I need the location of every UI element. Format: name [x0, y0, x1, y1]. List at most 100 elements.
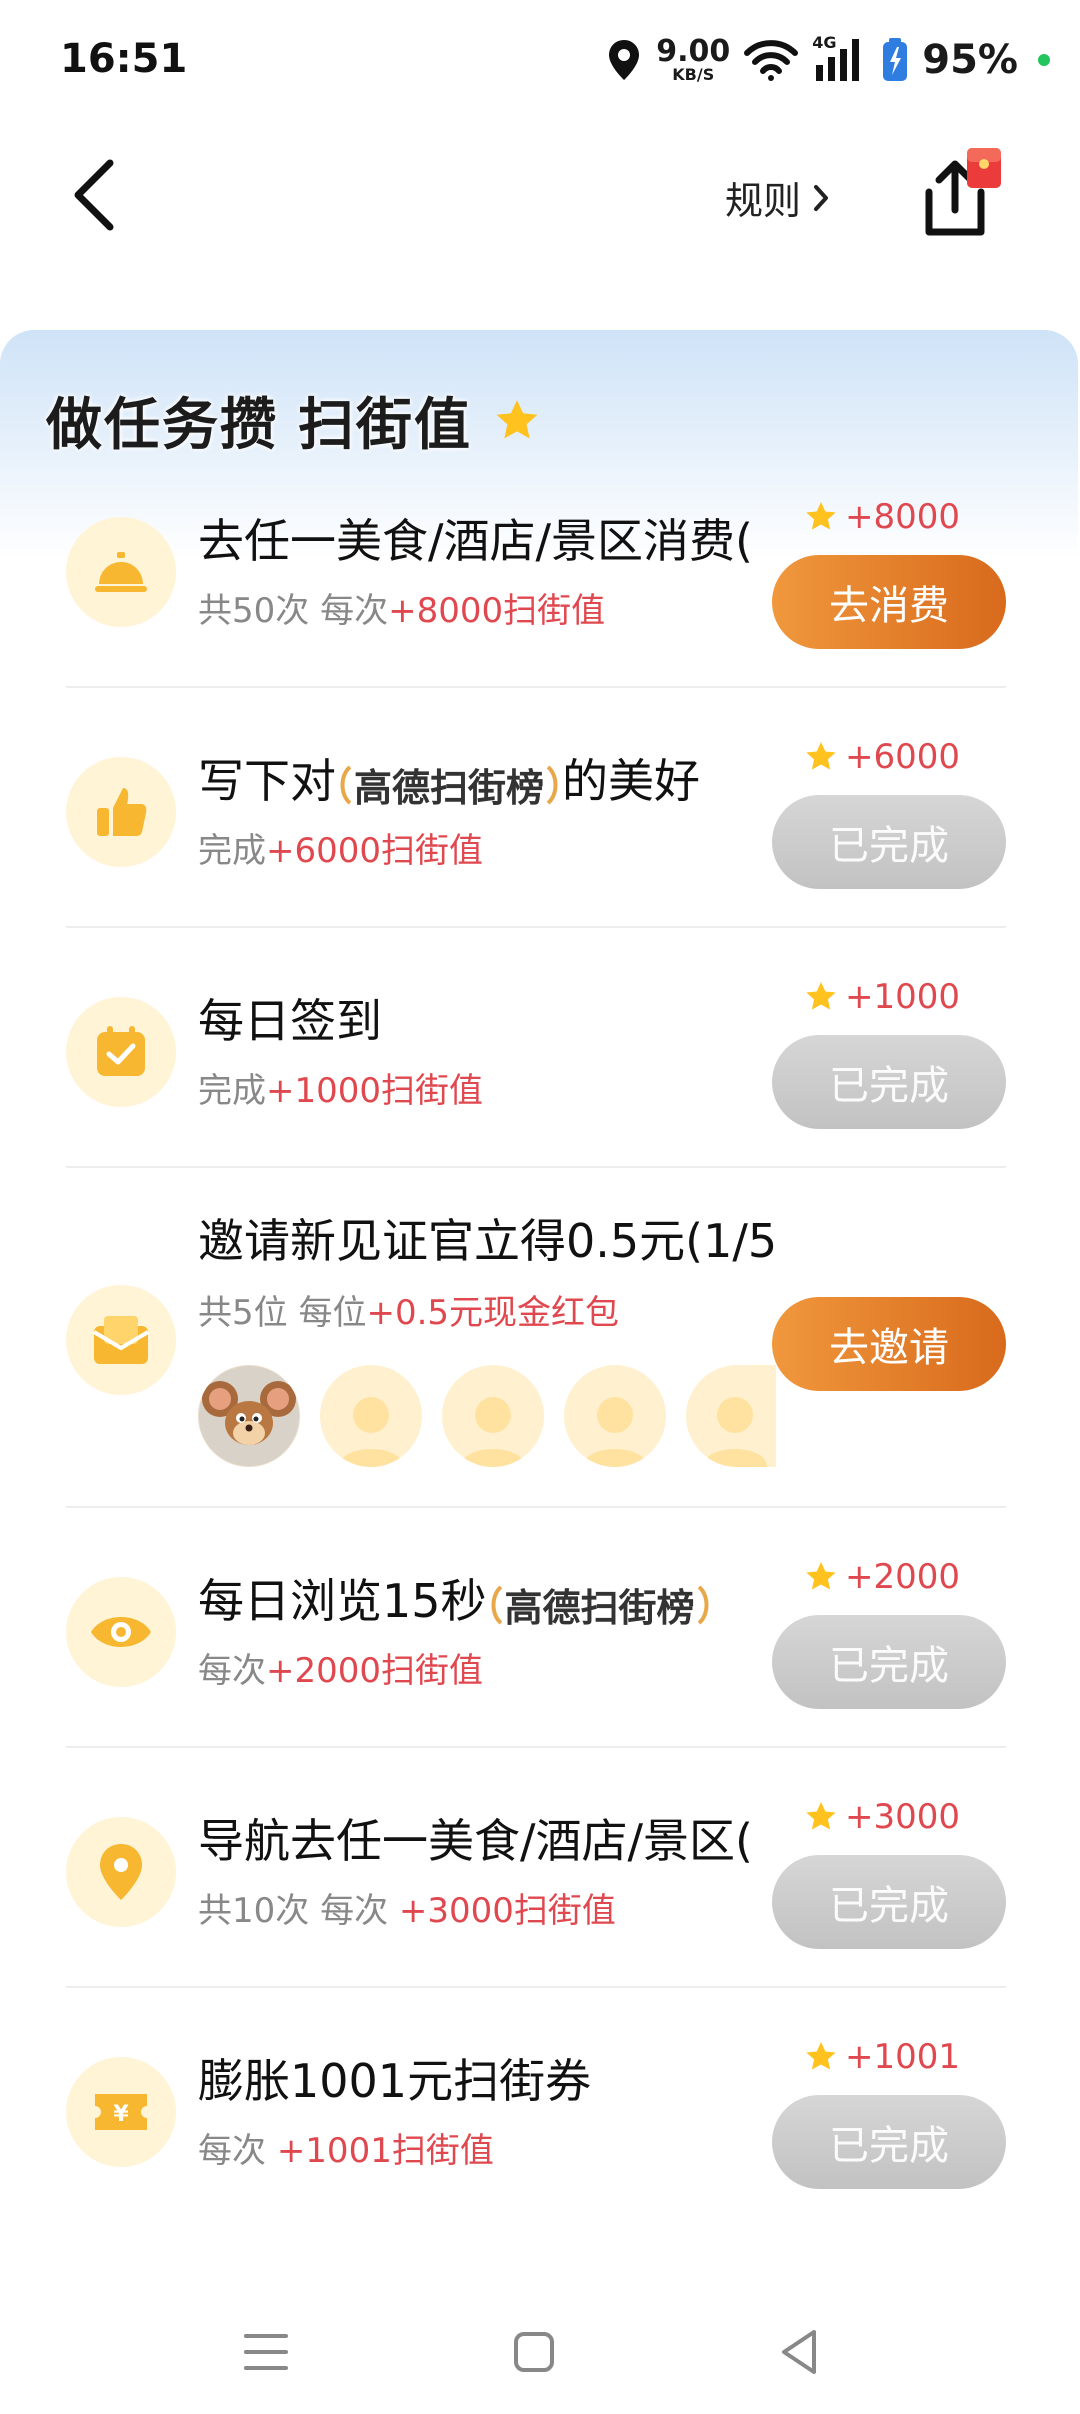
home-button[interactable]	[504, 2322, 564, 2382]
calendar-check-icon	[66, 997, 176, 1107]
avatar-placeholder[interactable]	[320, 1365, 422, 1467]
menu-icon	[244, 2334, 288, 2370]
completed-button[interactable]: 已完成	[772, 2095, 1006, 2189]
task-sub-highlight: +1001扫街值	[276, 2131, 494, 2171]
chevron-right-icon	[814, 184, 829, 211]
rules-label: 规则	[725, 179, 802, 223]
task-title: 每日签到	[198, 994, 382, 1048]
task-sub-highlight: +0.5元现金红包	[366, 1293, 620, 1333]
person-placeholder-icon	[703, 1397, 767, 1467]
amap-ranking-tag: 高德扫街榜	[354, 766, 545, 810]
divider	[66, 1166, 1006, 1168]
back-triangle-icon	[782, 2330, 816, 2374]
mouse-avatar-icon	[199, 1366, 299, 1466]
divider	[66, 926, 1006, 928]
divider	[66, 1746, 1006, 1748]
avatar-placeholder[interactable]	[442, 1365, 544, 1467]
completed-button[interactable]: 已完成	[772, 795, 1006, 889]
task-sub-prefix: 每次	[198, 1651, 266, 1691]
avatar[interactable]	[198, 1365, 300, 1467]
panel-title: 做任务攒 扫街值	[46, 380, 542, 461]
back-arrow-icon	[74, 159, 114, 231]
task-item: 写下对 高德扫街榜 的美好 完成+6000扫街值 +6000 已完成	[66, 737, 1006, 895]
panel-title-b: 扫街值	[298, 393, 472, 458]
task-title: 邀请新见证官立得0.5元(1/5	[198, 1214, 778, 1268]
amap-ranking-tag: 高德扫街榜	[504, 1586, 695, 1630]
eye-icon	[66, 1577, 176, 1687]
task-sub-prefix: 共50次 每次	[198, 591, 389, 631]
cell-signal-icon: 4G	[812, 33, 868, 83]
completed-button[interactable]: 已完成	[772, 1615, 1006, 1709]
task-title: 每日浏览15秒 高德扫街榜	[198, 1565, 838, 1632]
star-icon	[806, 502, 836, 530]
laurel-right-icon	[697, 1584, 709, 1625]
task-subtitle: 共10次 每次 +3000扫街值	[198, 1883, 616, 1932]
back-nav-button[interactable]	[770, 2322, 830, 2382]
star-icon	[806, 1562, 836, 1590]
laurel-right-icon	[546, 764, 558, 805]
task-sub-highlight: +6000扫街值	[266, 831, 484, 871]
location-icon	[609, 40, 640, 80]
star-icon	[496, 399, 538, 438]
speed-value: 9.00	[656, 34, 731, 69]
reward-value: +2000	[844, 1557, 960, 1597]
network-speed: 9.00 KB/S	[656, 37, 730, 83]
menu-button[interactable]	[236, 2322, 296, 2382]
task-sub-prefix: 共5位 每位	[198, 1293, 367, 1333]
laurel-left-icon	[340, 764, 352, 805]
coupon-yen-icon: ¥	[66, 2057, 176, 2167]
task-title-prefix: 写下对	[198, 754, 336, 808]
reward-badge: +1000	[803, 977, 960, 1017]
star-icon	[806, 2042, 836, 2070]
task-item: 每日浏览15秒 高德扫街榜 每次+2000扫街值 +2000 已完成	[66, 1557, 1006, 1715]
status-icons: 9.00 KB/S 4G 95%	[606, 30, 1050, 90]
system-nav-bar	[0, 2300, 1080, 2414]
reward-badge: +1001	[803, 2037, 960, 2077]
task-subtitle: 完成+6000扫街值	[198, 823, 483, 872]
invitee-avatars	[198, 1365, 776, 1467]
task-sub-prefix: 完成	[198, 831, 266, 871]
task-title: 写下对 高德扫街榜 的美好	[198, 745, 838, 812]
task-subtitle: 共5位 每位+0.5元现金红包	[198, 1285, 619, 1334]
reward-badge: +2000	[803, 1557, 960, 1597]
svg-text:¥: ¥	[113, 2102, 129, 2127]
go-invite-button[interactable]: 去邀请	[772, 1297, 1006, 1391]
rules-link[interactable]: 规则	[725, 170, 829, 225]
task-sub-highlight: +8000扫街值	[388, 591, 606, 631]
avatar-placeholder[interactable]	[564, 1365, 666, 1467]
task-item: 邀请新见证官立得0.5元(1/5 共5位 每位+0.5元现金红包 去邀请	[66, 1205, 1006, 1485]
task-item: 去任一美食/酒店/景区消费( 共50次 每次+8000扫街值 +8000 去消费	[66, 497, 1006, 655]
reward-value: +8000	[844, 497, 960, 537]
reward-badge: +3000	[803, 1797, 960, 1837]
avatar-placeholder[interactable]	[686, 1365, 776, 1467]
panel-title-a: 做任务攒	[46, 393, 278, 458]
reward-value: +1000	[844, 977, 960, 1017]
task-sub-highlight: +3000扫街值	[398, 1891, 616, 1931]
share-icon	[925, 148, 1001, 236]
star-icon	[806, 742, 836, 770]
reward-value: +1001	[844, 2037, 960, 2077]
speed-unit: KB/S	[672, 65, 715, 84]
task-item: 导航去任一美食/酒店/景区( 共10次 每次 +3000扫街值 +3000 已完…	[66, 1797, 1006, 1955]
laurel-left-icon	[491, 1584, 502, 1625]
completed-button[interactable]: 已完成	[772, 1035, 1006, 1129]
wifi-icon	[744, 40, 799, 81]
person-placeholder-icon	[583, 1397, 647, 1467]
share-button[interactable]	[905, 148, 1005, 248]
task-title: 膨胀1001元扫街券	[198, 2054, 592, 2108]
star-icon	[806, 982, 836, 1010]
back-button[interactable]	[70, 150, 150, 240]
task-subtitle: 共50次 每次+8000扫街值	[198, 583, 605, 632]
divider	[66, 1506, 1006, 1508]
food-cloche-icon	[66, 517, 176, 627]
person-placeholder-icon	[461, 1397, 525, 1467]
reward-badge: +6000	[803, 737, 960, 777]
battery-icon	[883, 38, 908, 81]
task-subtitle: 完成+1000扫街值	[198, 1063, 483, 1112]
go-consume-button[interactable]: 去消费	[772, 555, 1006, 649]
divider	[66, 1986, 1006, 1988]
home-square-icon	[514, 2332, 554, 2372]
star-icon	[806, 1802, 836, 1830]
battery-percent: 95%	[922, 37, 1018, 83]
completed-button[interactable]: 已完成	[772, 1855, 1006, 1949]
